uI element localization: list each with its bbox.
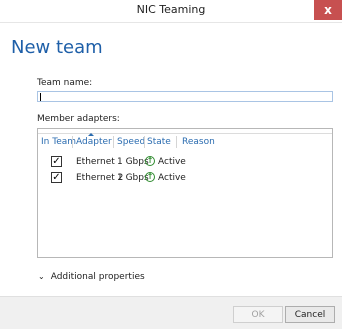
page-title: New team bbox=[11, 37, 103, 58]
adapter-state: Active bbox=[158, 173, 186, 183]
column-separator[interactable] bbox=[113, 136, 114, 148]
column-separator[interactable] bbox=[72, 136, 73, 148]
column-header-adapter[interactable]: Adapter bbox=[76, 137, 112, 147]
column-separator[interactable] bbox=[144, 136, 145, 148]
adapter-name: Ethernet bbox=[76, 157, 115, 167]
column-header-state[interactable]: State bbox=[147, 137, 171, 147]
member-adapters-label: Member adapters: bbox=[37, 114, 120, 124]
additional-properties-label: Additional properties bbox=[50, 272, 145, 282]
in-team-checkbox[interactable]: ✓ bbox=[51, 172, 62, 183]
team-name-input[interactable] bbox=[37, 91, 333, 102]
chevron-down-icon: ⌄ bbox=[38, 272, 45, 281]
column-header-reason[interactable]: Reason bbox=[182, 137, 215, 147]
additional-properties-toggle[interactable]: ⌄ Additional properties bbox=[38, 272, 145, 282]
column-separator[interactable] bbox=[176, 136, 177, 148]
column-header-in-team[interactable]: In Team bbox=[41, 137, 76, 147]
member-adapters-list[interactable]: In Team Adapter Speed State Reason ✓ Eth… bbox=[37, 128, 333, 258]
list-top-bar bbox=[38, 129, 332, 134]
title-bar: NIC Teaming x bbox=[0, 0, 342, 23]
column-header-speed[interactable]: Speed bbox=[117, 137, 145, 147]
text-caret bbox=[40, 93, 41, 101]
adapter-speed: 1 Gbps bbox=[117, 157, 149, 167]
dialog-footer: OK Cancel bbox=[0, 296, 342, 329]
close-icon: x bbox=[324, 3, 332, 17]
active-status-icon: ↑ bbox=[145, 156, 155, 166]
adapter-row[interactable]: ✓ Ethernet 2 1 Gbps ↑ Active bbox=[38, 172, 332, 185]
nic-teaming-dialog: NIC Teaming x New team Team name: Member… bbox=[0, 0, 342, 329]
sort-ascending-icon bbox=[88, 133, 94, 136]
active-status-icon: ↑ bbox=[145, 172, 155, 182]
ok-button[interactable]: OK bbox=[233, 306, 283, 323]
close-button[interactable]: x bbox=[314, 0, 342, 20]
adapter-row[interactable]: ✓ Ethernet 1 Gbps ↑ Active bbox=[38, 156, 332, 169]
adapter-speed: 1 Gbps bbox=[117, 173, 149, 183]
in-team-checkbox[interactable]: ✓ bbox=[51, 156, 62, 167]
window-title: NIC Teaming bbox=[136, 3, 206, 16]
cancel-button[interactable]: Cancel bbox=[285, 306, 335, 323]
team-name-label: Team name: bbox=[37, 78, 93, 88]
adapter-state: Active bbox=[158, 157, 186, 167]
